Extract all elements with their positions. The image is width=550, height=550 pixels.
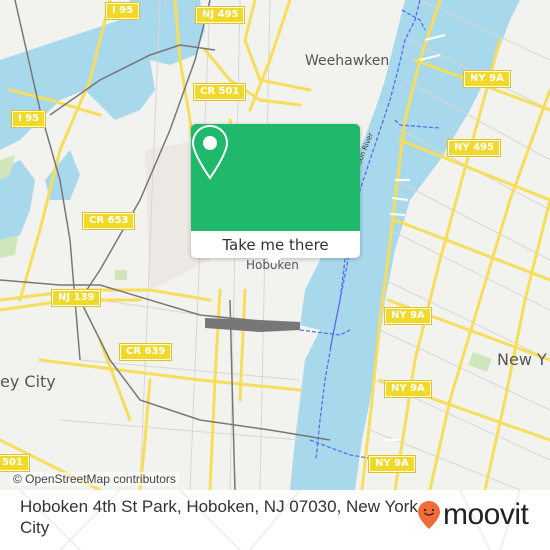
road-shield-ny9a: NY 9A	[384, 307, 432, 325]
footer: Hoboken 4th St Park, Hoboken, NJ 07030, …	[0, 490, 550, 550]
moovit-pin-icon	[418, 501, 440, 529]
road-shield-cr653: CR 653	[81, 212, 136, 230]
place-label-weehawken: Weehawken	[305, 53, 390, 69]
map-view[interactable]: Weehawken Hoboken New Y ey City Hudson R…	[0, 0, 550, 490]
map-pin-icon	[191, 124, 229, 180]
road-shield-cr639: CR 639	[118, 343, 173, 361]
address-text: Hoboken 4th St Park, Hoboken, NJ 07030, …	[20, 497, 418, 537]
road-shield-ny495: NY 495	[447, 139, 501, 157]
take-me-there-label: Take me there	[222, 235, 329, 254]
popup-arrow	[266, 257, 282, 265]
road-shield-ny9a: NY 9A	[384, 380, 432, 398]
place-label-new-york: New Y	[497, 350, 547, 369]
road-shield-nj139: NJ 139	[50, 289, 102, 307]
popup-header	[191, 124, 360, 231]
road-shield-i95: I 95	[104, 2, 141, 20]
road-shield-cr501: CR 501	[192, 83, 247, 101]
road-shield-nj495: NJ 495	[194, 6, 246, 24]
road-shield-ny9a: NY 9A	[463, 70, 511, 88]
place-label-jersey-city: ey City	[0, 372, 56, 391]
location-popup: Take me there	[191, 124, 360, 265]
road-shield-i95: I 95	[10, 110, 47, 128]
moovit-logo[interactable]: moovit	[417, 498, 529, 531]
road-shield-cr501: 501	[0, 454, 30, 472]
map-attribution[interactable]: © OpenStreetMap contributors	[10, 472, 179, 486]
road-shield-ny9a: NY 9A	[368, 455, 416, 473]
park	[115, 270, 127, 280]
moovit-wordmark: moovit	[443, 498, 529, 531]
take-me-there-button[interactable]: Take me there	[191, 231, 360, 258]
